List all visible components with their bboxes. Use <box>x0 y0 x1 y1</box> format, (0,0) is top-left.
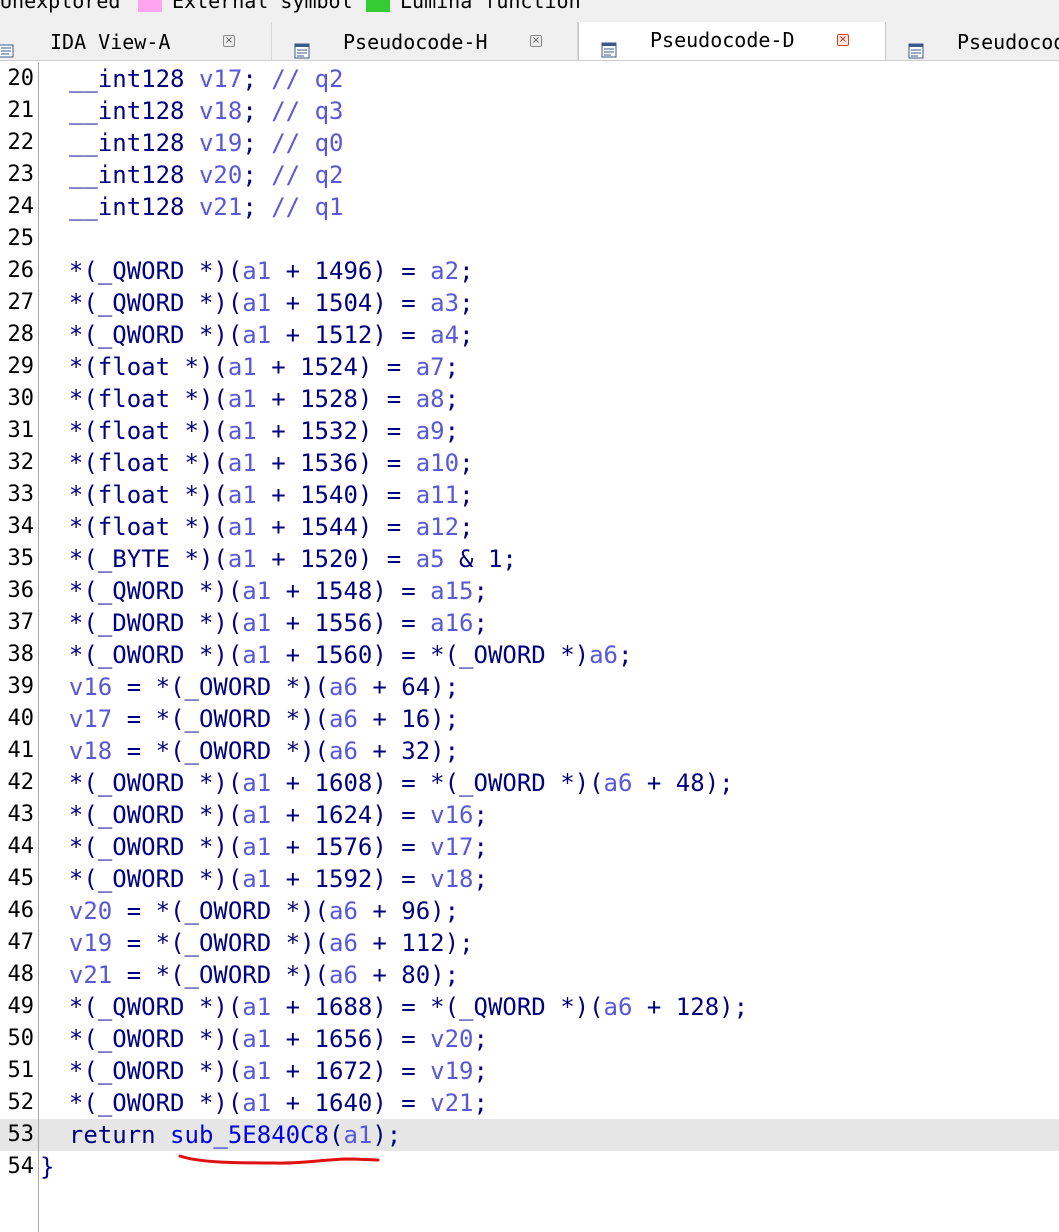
red-underline-annotation <box>178 1154 380 1165</box>
close-icon[interactable]: × <box>837 34 849 46</box>
pseudocode-editor[interactable]: 20 __int128 v17; // q2 21 __int128 v18; /… <box>0 63 1059 1232</box>
pseudocode-view-icon <box>908 33 924 59</box>
pseudocode-view-icon <box>294 33 310 59</box>
color-legend: Unexplored External symbol Lumina functi… <box>0 0 1059 22</box>
disassembly-view-icon <box>0 33 14 58</box>
legend-label-external-symbol: External symbol <box>172 0 353 13</box>
legend-swatch-external-symbol <box>138 0 162 12</box>
tab-pseudocode-d[interactable]: Pseudocode-D × <box>578 22 886 60</box>
legend-label-unexplored: Unexplored <box>0 0 121 13</box>
tab-label: Pseudocode-D <box>650 28 795 52</box>
legend-swatch-lumina-function <box>366 0 390 12</box>
tab-label: IDA View-A <box>50 30 171 54</box>
tab-ida-view-a[interactable]: IDA View-A × <box>0 22 272 60</box>
tab-label: Pseudocode-H <box>343 30 488 54</box>
legend-label-lumina-function: Lumina function <box>400 0 581 13</box>
tab-pseudocode-h[interactable]: Pseudocode-H × <box>272 22 578 60</box>
close-icon[interactable]: × <box>223 35 235 47</box>
close-icon[interactable]: × <box>530 35 542 47</box>
tab-label: Pseudocode <box>957 30 1059 54</box>
tab-bar: IDA View-A × Pseudocode-H × Pseudocode-D… <box>0 22 1059 61</box>
pseudocode-view-icon <box>601 32 617 58</box>
tab-pseudocode[interactable]: Pseudocode <box>886 22 1059 60</box>
